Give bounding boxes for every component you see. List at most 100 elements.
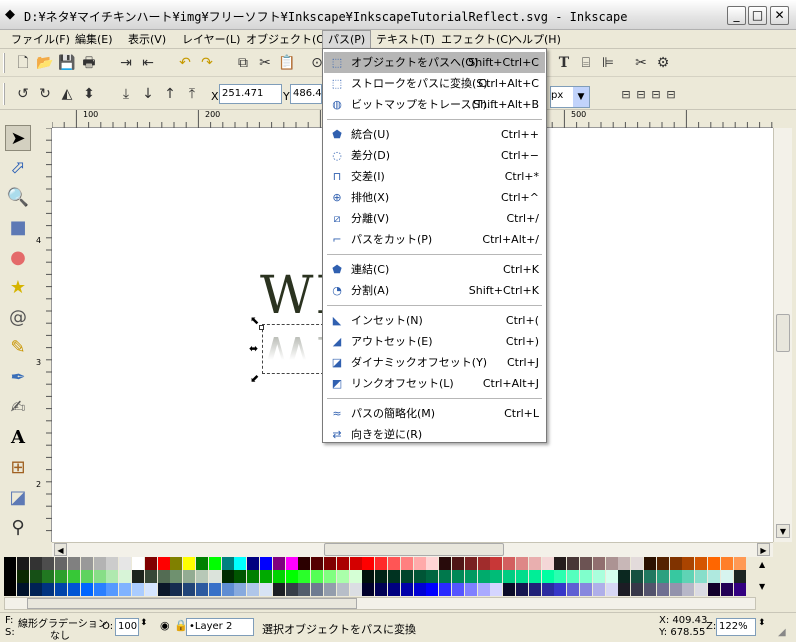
color-swatch[interactable] [132, 570, 144, 583]
color-swatch[interactable] [708, 570, 720, 583]
vertical-scrollbar[interactable]: ▼ [773, 128, 792, 542]
color-swatch[interactable] [400, 557, 413, 570]
color-swatch[interactable] [42, 570, 55, 583]
color-swatch[interactable] [541, 557, 554, 570]
color-swatch[interactable] [157, 557, 170, 570]
color-swatch[interactable] [55, 557, 68, 570]
color-swatch[interactable] [362, 570, 375, 583]
menu-text[interactable]: テキスト(T) [371, 30, 440, 49]
print-icon[interactable]: 🖶 [80, 54, 98, 72]
menu-edit[interactable]: 編集(E) [70, 30, 118, 49]
color-swatch[interactable] [183, 583, 196, 596]
color-swatch[interactable] [183, 570, 196, 583]
y-coordinate-input[interactable]: 486.40 [290, 84, 322, 104]
redo-icon[interactable]: ↷ [198, 54, 216, 72]
color-swatch[interactable] [336, 583, 349, 596]
color-swatch[interactable] [42, 583, 55, 596]
color-swatch[interactable] [247, 557, 260, 570]
color-swatch[interactable] [272, 557, 285, 570]
close-button[interactable]: ✕ [770, 6, 789, 25]
color-swatch[interactable] [324, 583, 336, 596]
color-swatch[interactable] [503, 570, 516, 583]
color-swatch[interactable] [234, 570, 247, 583]
color-swatch[interactable] [682, 557, 695, 570]
xml-editor-icon[interactable]: ⌸ [577, 54, 595, 72]
color-swatch[interactable] [362, 583, 375, 596]
color-swatch[interactable] [132, 557, 144, 570]
color-swatch[interactable] [644, 570, 656, 583]
menu-path[interactable]: パス(P) [322, 30, 372, 49]
path-menu-item[interactable]: ◌ 差分(D) Ctrl+− [324, 145, 545, 166]
color-swatch[interactable] [311, 583, 324, 596]
color-swatch[interactable] [221, 557, 234, 570]
palette-scroll-up-icon[interactable]: ▲ [759, 560, 765, 569]
menu-layer[interactable]: レイヤー(L) [177, 30, 245, 49]
path-menu-item[interactable]: ◣ インセット(N) Ctrl+( [324, 310, 545, 331]
color-palette[interactable] [4, 557, 756, 596]
color-swatch[interactable] [605, 583, 618, 596]
menu-file[interactable]: ファイル(F) [6, 30, 75, 49]
scale-handle-sw-icon[interactable]: ⬋ [250, 372, 259, 385]
color-swatch[interactable] [80, 583, 93, 596]
path-menu-item[interactable]: ⊕ 排他(X) Ctrl+^ [324, 187, 545, 208]
color-swatch[interactable] [682, 583, 695, 596]
color-swatch[interactable] [247, 570, 260, 583]
path-menu-item[interactable]: ◢ アウトセット(E) Ctrl+) [324, 331, 545, 352]
paste-icon[interactable]: 📋 [278, 54, 296, 72]
color-swatch[interactable] [196, 557, 208, 570]
color-swatch[interactable] [375, 583, 388, 596]
color-swatch[interactable] [29, 557, 42, 570]
maximize-button[interactable]: □ [748, 6, 767, 25]
pen-tool-icon[interactable]: ✒ [5, 365, 31, 391]
cut-icon[interactable]: ✂ [256, 54, 274, 72]
color-swatch[interactable] [55, 583, 68, 596]
color-swatch[interactable] [106, 557, 119, 570]
scroll-down-icon[interactable]: ▼ [776, 524, 790, 538]
color-swatch[interactable] [349, 583, 362, 596]
color-swatch[interactable] [29, 583, 42, 596]
path-menu-item[interactable]: ⬚ ストロークをパスに変換(S) Ctrl+Alt+C [324, 73, 545, 94]
color-swatch[interactable] [618, 583, 631, 596]
scroll-left-icon[interactable]: ◀ [54, 543, 67, 556]
color-swatch[interactable] [55, 570, 68, 583]
color-swatch[interactable] [106, 570, 119, 583]
color-swatch[interactable] [68, 570, 80, 583]
color-swatch[interactable] [196, 570, 208, 583]
color-swatch[interactable] [682, 570, 695, 583]
color-swatch[interactable] [656, 583, 669, 596]
ellipse-tool-icon[interactable]: ● [5, 245, 31, 271]
color-swatch[interactable] [439, 583, 452, 596]
gradient-tool-icon[interactable]: ◪ [5, 485, 31, 511]
path-menu-item[interactable]: ⧄ 分離(V) Ctrl+/ [324, 208, 545, 229]
open-icon[interactable]: 📂 [36, 54, 54, 72]
unit-select[interactable]: px ▼ [550, 86, 590, 108]
color-swatch[interactable] [656, 557, 669, 570]
horizontal-scroll-thumb[interactable] [324, 543, 504, 556]
color-swatch[interactable] [208, 557, 221, 570]
color-swatch[interactable] [119, 557, 132, 570]
color-swatch[interactable] [656, 570, 669, 583]
horizontal-scrollbar[interactable]: ◀ ▶ [52, 542, 773, 557]
color-swatch[interactable] [119, 570, 132, 583]
color-swatch[interactable] [605, 570, 618, 583]
rectangle-tool-icon[interactable]: ■ [5, 215, 31, 241]
color-swatch[interactable] [132, 583, 144, 596]
minimize-button[interactable]: _ [727, 6, 746, 25]
color-swatch[interactable] [554, 570, 567, 583]
color-swatch[interactable] [349, 570, 362, 583]
color-swatch[interactable] [170, 583, 183, 596]
path-menu-item[interactable]: ◔ 分割(A) Shift+Ctrl+K [324, 280, 545, 301]
color-swatch[interactable] [285, 583, 298, 596]
color-swatch[interactable] [503, 557, 516, 570]
spiral-tool-icon[interactable]: @ [5, 305, 31, 331]
menu-view[interactable]: 表示(V) [123, 30, 171, 49]
color-swatch[interactable] [388, 570, 400, 583]
color-swatch[interactable] [349, 557, 362, 570]
connector-tool-icon[interactable]: ⊞ [5, 455, 31, 481]
color-swatch[interactable] [311, 570, 324, 583]
color-swatch[interactable] [375, 557, 388, 570]
chevron-down-icon[interactable]: ▼ [573, 87, 589, 107]
color-swatch[interactable] [631, 583, 644, 596]
color-swatch[interactable] [720, 557, 733, 570]
undo-icon[interactable]: ↶ [176, 54, 194, 72]
